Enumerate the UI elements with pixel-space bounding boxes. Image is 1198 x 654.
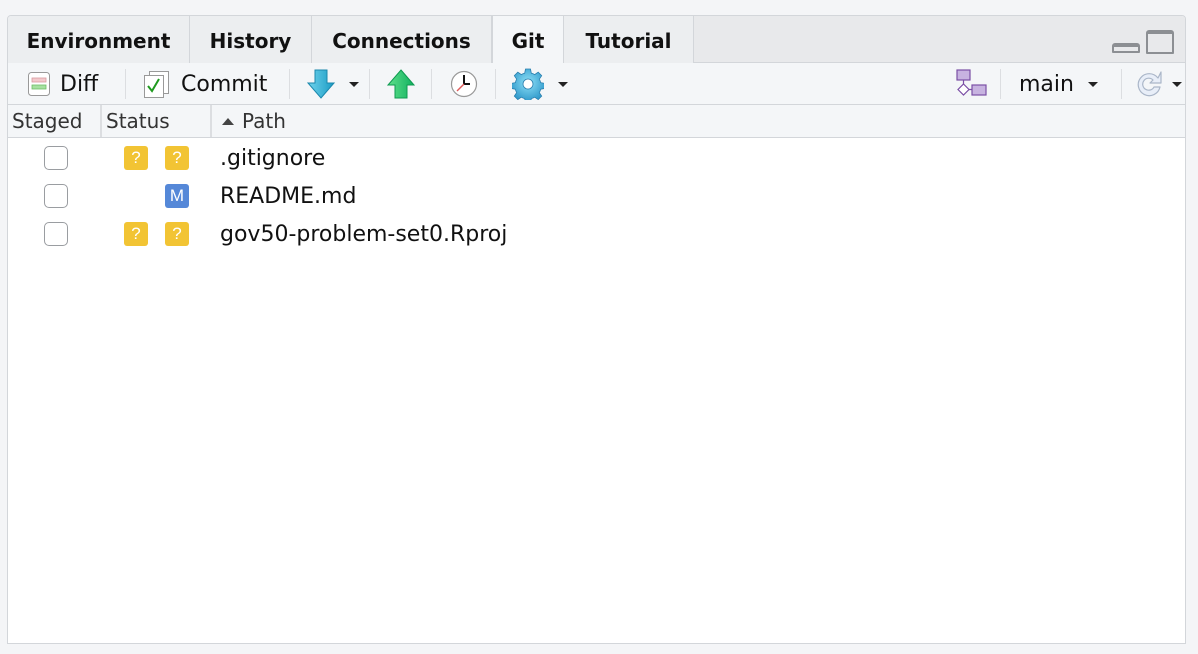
branch-name: main (1019, 71, 1074, 97)
file-row[interactable]: ? ? .gitignore (8, 139, 1185, 177)
pull-arrow-down-icon (307, 69, 335, 99)
column-header-label: Path (242, 109, 286, 133)
staged-checkbox[interactable] (44, 184, 68, 208)
tab-history[interactable]: History (190, 16, 312, 63)
toolbar-divider (369, 69, 370, 99)
staged-checkbox[interactable] (44, 222, 68, 246)
toolbar-divider (431, 69, 432, 99)
column-header-label: Staged (12, 109, 83, 133)
untracked-status-badge: ? (124, 222, 148, 246)
untracked-status-badge: ? (165, 146, 189, 170)
diff-label: Diff (60, 71, 99, 97)
staged-checkbox[interactable] (44, 146, 68, 170)
tab-environment[interactable]: Environment (8, 16, 190, 63)
untracked-status-badge: ? (165, 222, 189, 246)
commit-label: Commit (181, 71, 268, 97)
tab-tutorial[interactable]: Tutorial (564, 16, 694, 63)
column-header-status[interactable]: Status (102, 105, 212, 137)
more-button[interactable] (512, 63, 568, 105)
refresh-icon (1134, 69, 1164, 99)
tab-connections[interactable]: Connections (312, 16, 492, 63)
refresh-button[interactable] (1134, 63, 1182, 105)
commit-icon (143, 70, 171, 98)
toolbar-divider (125, 69, 126, 99)
tab-bar: Environment History Connections Git Tuto… (8, 16, 1185, 64)
tab-label: Connections (332, 28, 471, 53)
sort-ascending-icon (222, 117, 234, 125)
file-row[interactable]: ? ? gov50-problem-set0.Rproj (8, 215, 1185, 253)
minimize-icon[interactable] (1112, 43, 1140, 53)
maximize-icon[interactable] (1146, 30, 1174, 54)
file-table-header: Staged Status Path (8, 105, 1185, 138)
modified-status-badge: M (165, 184, 189, 208)
branch-dropdown-caret (1087, 81, 1098, 87)
clock-icon (450, 70, 478, 98)
git-pane: Environment History Connections Git Tuto… (7, 15, 1186, 644)
file-path[interactable]: README.md (220, 177, 356, 215)
file-path[interactable]: gov50-problem-set0.Rproj (220, 215, 507, 253)
tab-label: Git (511, 29, 545, 53)
column-header-staged[interactable]: Staged (8, 105, 102, 137)
column-header-label: Status (106, 109, 170, 133)
toolbar-divider (495, 69, 496, 99)
gear-icon (512, 68, 544, 100)
more-dropdown-caret[interactable] (558, 81, 568, 87)
push-arrow-up-icon (387, 69, 415, 99)
branch-graph-button[interactable] (955, 63, 987, 105)
tab-git[interactable]: Git (492, 16, 564, 64)
tab-label: History (209, 28, 292, 53)
column-header-path[interactable]: Path (212, 105, 1185, 137)
tab-label: Environment (26, 28, 171, 53)
file-list: ? ? .gitignore M README.md ? ? gov50-pro… (8, 139, 1185, 253)
untracked-status-badge: ? (124, 146, 148, 170)
diff-icon (28, 72, 50, 96)
pull-dropdown-caret[interactable] (349, 81, 359, 87)
diff-button[interactable]: Diff (28, 63, 98, 105)
commit-button[interactable]: Commit (143, 63, 267, 105)
toolbar-divider (1121, 69, 1122, 99)
tab-label: Tutorial (585, 28, 672, 53)
branch-icon (955, 69, 987, 99)
window-controls (1112, 30, 1174, 54)
file-row[interactable]: M README.md (8, 177, 1185, 215)
history-button[interactable] (450, 63, 478, 105)
toolbar-divider (1000, 69, 1001, 99)
push-button[interactable] (387, 63, 415, 105)
toolbar-divider (289, 69, 290, 99)
branch-selector[interactable]: main (1019, 63, 1098, 105)
refresh-dropdown-caret[interactable] (1172, 81, 1182, 87)
file-path[interactable]: .gitignore (220, 139, 325, 177)
git-toolbar: Diff Commit main (8, 63, 1185, 105)
pull-button[interactable] (307, 63, 359, 105)
